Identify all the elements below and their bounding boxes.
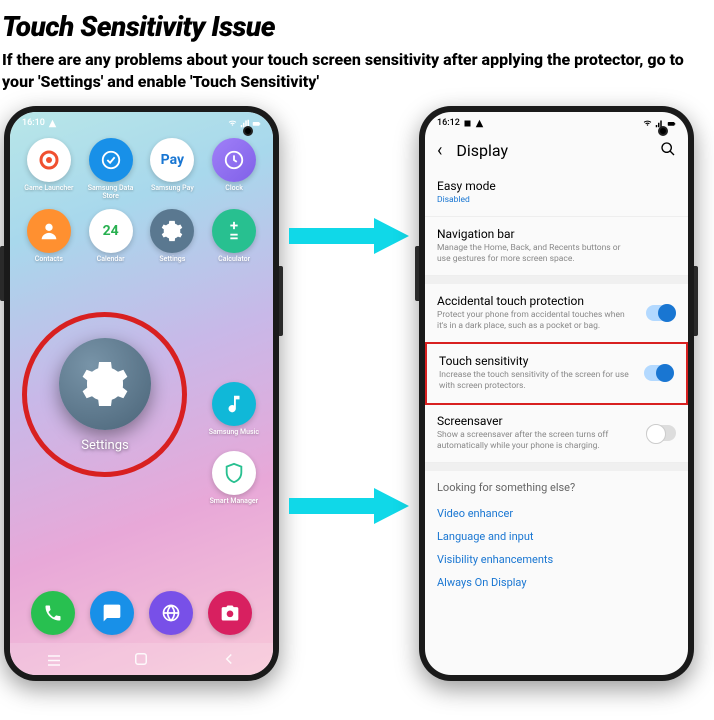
app-clock[interactable]: Clock: [205, 138, 263, 200]
app-label: Samsung Pay: [151, 185, 194, 193]
app-icon: [89, 138, 133, 182]
app-samsung-pay[interactable]: Pay Samsung Pay: [144, 138, 202, 200]
screen-title: Display: [456, 141, 646, 160]
nav-bar: [10, 643, 273, 675]
wifi-icon: [643, 119, 652, 128]
dock-camera[interactable]: [208, 591, 252, 635]
app-calendar[interactable]: 24 Calendar: [82, 209, 140, 264]
toggle[interactable]: [644, 365, 674, 381]
looking-link[interactable]: Visibility enhancements: [437, 548, 676, 571]
app-label: Settings: [159, 256, 185, 264]
setting-easy-mode[interactable]: Easy mode Disabled: [425, 169, 688, 217]
arrow-bottom: [284, 486, 414, 526]
setting-title: Touch sensitivity: [439, 354, 674, 368]
setting-subtitle: Protect your phone from accidental touch…: [437, 310, 676, 332]
looking-title: Looking for something else?: [437, 481, 676, 494]
dock-messages[interactable]: [90, 591, 134, 635]
gear-icon: [59, 338, 151, 430]
setting-title: Easy mode: [437, 179, 676, 193]
back-icon[interactable]: ‹: [437, 140, 442, 161]
battery-icon: [667, 119, 676, 128]
app-icon: 24: [89, 209, 133, 253]
dock: [10, 591, 273, 635]
app-contacts[interactable]: Contacts: [20, 209, 78, 264]
battery-icon: [252, 119, 261, 128]
app-samsung-music[interactable]: Samsung Music: [209, 382, 259, 437]
status-time: 16:12: [437, 118, 460, 128]
setting-subtitle: Disabled: [437, 195, 676, 206]
app-label: Calculator: [218, 256, 250, 264]
side-apps: Samsung Music Smart Manager: [209, 382, 259, 505]
settings-list[interactable]: Easy mode Disabled Navigation bar Manage th…: [425, 169, 688, 675]
app-label: Samsung Data Store: [82, 185, 140, 200]
setting-title: Navigation bar: [437, 227, 676, 241]
dock-phone[interactable]: [31, 591, 75, 635]
phone-right: 16:12 ‹ Display: [419, 106, 694, 681]
music-icon: [212, 382, 256, 426]
page-subtitle: If there are any problems about your tou…: [0, 49, 714, 106]
setting-navigation-bar[interactable]: Navigation bar Manage the Home, Back, and…: [425, 217, 688, 276]
setting-accidental-touch-protection[interactable]: Accidental touch protection Protect your …: [425, 284, 688, 343]
toggle[interactable]: [646, 305, 676, 321]
app-icon: [150, 209, 194, 253]
app-icon: [212, 138, 256, 182]
settings-label: Settings: [81, 438, 128, 453]
arrow-top: [284, 216, 414, 256]
app-label: Contacts: [35, 256, 63, 264]
status-bar-left: 16:10: [10, 112, 273, 132]
setting-subtitle: Manage the Home, Back, and Recents butto…: [437, 243, 676, 265]
status-icon: [48, 119, 57, 128]
page-title: Touch Sensitivity Issue: [0, 0, 714, 49]
wifi-icon: [228, 119, 237, 128]
settings-header: ‹ Display: [425, 132, 688, 169]
app-label: Calendar: [97, 256, 125, 264]
status-icon: [463, 119, 472, 128]
app-calculator[interactable]: Calculator: [205, 209, 263, 264]
app-label: Game Launcher: [24, 185, 73, 193]
setting-subtitle: Increase the touch sensitivity of the sc…: [439, 370, 674, 392]
app-label: Clock: [225, 185, 243, 193]
looking-link[interactable]: Always On Display: [437, 571, 676, 594]
app-icon: [212, 209, 256, 253]
dock-browser[interactable]: [149, 591, 193, 635]
setting-subtitle: Show a screensaver after the screen turn…: [437, 430, 676, 452]
setting-screensaver[interactable]: Screensaver Show a screensaver after the …: [425, 404, 688, 463]
setting-title: Accidental touch protection: [437, 294, 676, 308]
shield-icon: [212, 451, 256, 495]
arrows-column: [279, 106, 419, 526]
status-bar-right: 16:12: [425, 112, 688, 132]
toggle[interactable]: [646, 425, 676, 441]
app-grid: Game Launcher Samsung Data Store Pay Samsun…: [10, 132, 273, 263]
app-icon: [27, 138, 71, 182]
status-time: 16:10: [22, 118, 45, 128]
phone-left: 16:10 Game Launcher Samsung Data Store Pay…: [4, 106, 279, 681]
nav-home[interactable]: [132, 650, 150, 668]
setting-touch-sensitivity[interactable]: Touch sensitivity Increase the touch sens…: [425, 342, 688, 404]
nav-recents[interactable]: [45, 650, 63, 668]
setting-title: Screensaver: [437, 414, 676, 428]
looking-section: Looking for something else? Video enhance…: [425, 471, 688, 604]
app-samsung-data-store[interactable]: Samsung Data Store: [82, 138, 140, 200]
search-icon[interactable]: [660, 141, 676, 161]
looking-link[interactable]: Video enhancer: [437, 502, 676, 525]
app-settings[interactable]: Settings: [144, 209, 202, 264]
app-game-launcher[interactable]: Game Launcher: [20, 138, 78, 200]
app-icon: Pay: [150, 138, 194, 182]
status-icon: [475, 119, 484, 128]
settings-app-large[interactable]: Settings: [40, 330, 170, 460]
looking-link[interactable]: Language and input: [437, 525, 676, 548]
nav-back[interactable]: [220, 650, 238, 668]
app-smart-manager[interactable]: Smart Manager: [209, 451, 259, 506]
app-icon: [27, 209, 71, 253]
